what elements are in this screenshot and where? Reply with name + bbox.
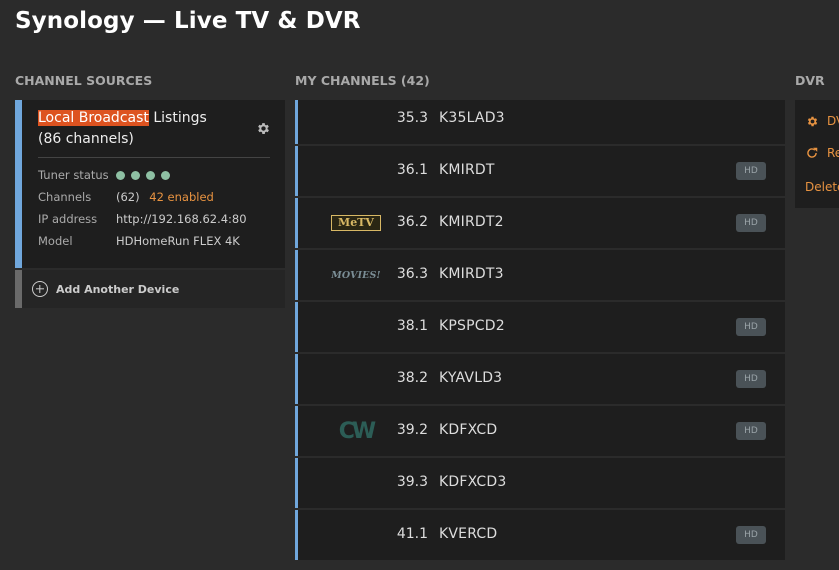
hd-badge: HD	[736, 370, 766, 388]
channel-number: 39.3	[396, 474, 428, 490]
channel-name: KVERCD	[439, 526, 498, 542]
channel-name: KMIRDT3	[439, 266, 504, 282]
tuner-status-label: Tuner status	[38, 168, 109, 182]
tuner-dot	[131, 171, 140, 180]
channel-list: 35.3 K35LAD3 36.1 KMIRDT HD MeTV 36.2 KM…	[295, 100, 785, 562]
my-channels-heading: MY CHANNELS (42)	[295, 73, 430, 88]
channel-sources-heading: CHANNEL SOURCES	[15, 73, 153, 88]
channel-row[interactable]: 41.1 KVERCD HD	[295, 510, 785, 560]
channel-row[interactable]: 36.1 KMIRDT HD	[295, 146, 785, 196]
ip-address-value: http://192.168.62.4:80	[116, 212, 247, 226]
channel-row[interactable]: 38.2 KYAVLD3 HD	[295, 354, 785, 404]
dvr-delete-item[interactable]: Delete	[805, 180, 839, 194]
channels-label: Channels	[38, 190, 92, 204]
add-device-label: Add Another Device	[56, 282, 180, 296]
hd-badge: HD	[736, 162, 766, 180]
channel-number: 38.1	[396, 318, 428, 334]
dvr-settings-item[interactable]: DV	[805, 114, 839, 128]
channel-name: KMIRDT	[439, 162, 495, 178]
hd-badge: HD	[736, 526, 766, 544]
channel-number: 36.3	[396, 266, 428, 282]
dvr-refresh-item[interactable]: Re	[805, 146, 839, 160]
source-title-highlight: Local Broadcast	[38, 110, 149, 126]
channel-name: KMIRDT2	[439, 214, 504, 230]
channel-number: 36.2	[396, 214, 428, 230]
channels-enabled-link[interactable]: 42 enabled	[149, 190, 214, 204]
channel-row[interactable]: 35.3 K35LAD3	[295, 100, 785, 144]
channel-number: 35.3	[396, 110, 428, 126]
channel-name: KPSPCD2	[439, 318, 505, 334]
tuner-dot	[146, 171, 155, 180]
gear-icon	[805, 114, 819, 128]
hd-badge: HD	[736, 214, 766, 232]
dvr-heading: DVR	[795, 73, 825, 88]
add-device-button[interactable]: Add Another Device	[15, 270, 285, 308]
dvr-panel: DV Re Delete	[795, 100, 839, 208]
channel-number: 41.1	[396, 526, 428, 542]
ip-address-row: IP address http://192.168.62.4:80	[38, 212, 247, 226]
model-row: Model HDHomeRun FLEX 4K	[38, 234, 240, 248]
dvr-delete-label: Delete	[805, 180, 839, 194]
page-title: Synology — Live TV & DVR	[15, 8, 361, 34]
refresh-icon	[805, 146, 819, 160]
source-card[interactable]: Local Broadcast Listings (86 channels) T…	[15, 100, 285, 268]
hd-badge: HD	[736, 422, 766, 440]
tuner-dot	[161, 171, 170, 180]
channel-number: 38.2	[396, 370, 428, 386]
channel-row[interactable]: MeTV 36.2 KMIRDT2 HD	[295, 198, 785, 248]
dvr-settings-label: DV	[827, 114, 839, 128]
add-circle-icon	[32, 281, 48, 297]
channel-row[interactable]: MOVIES! 36.3 KMIRDT3	[295, 250, 785, 300]
channel-row[interactable]: CW 39.2 KDFXCD HD	[295, 406, 785, 456]
channel-name: KDFXCD3	[439, 474, 507, 490]
channels-count: (62)	[116, 190, 140, 204]
channel-row[interactable]: 39.3 KDFXCD3	[295, 458, 785, 508]
channel-name: KYAVLD3	[439, 370, 503, 386]
tuner-status-dots	[116, 169, 170, 182]
model-label: Model	[38, 234, 73, 248]
movies-logo: MOVIES!	[331, 269, 381, 281]
hd-badge: HD	[736, 318, 766, 336]
ip-address-label: IP address	[38, 212, 98, 226]
channels-value: (62) 42 enabled	[116, 190, 214, 204]
channel-name: KDFXCD	[439, 422, 498, 438]
gear-icon[interactable]	[256, 121, 271, 140]
channel-row[interactable]: 38.1 KPSPCD2 HD	[295, 302, 785, 352]
channel-number: 39.2	[396, 422, 428, 438]
source-divider	[38, 157, 270, 158]
channel-name: K35LAD3	[439, 110, 505, 126]
cw-logo: CW	[338, 418, 376, 444]
tuner-dot	[116, 171, 125, 180]
channels-row: Channels (62) 42 enabled	[38, 190, 214, 204]
metv-logo: MeTV	[328, 212, 384, 234]
model-value: HDHomeRun FLEX 4K	[116, 234, 240, 248]
source-title: Local Broadcast Listings (86 channels)	[38, 108, 233, 150]
tuner-status-row: Tuner status	[38, 168, 170, 182]
channel-number: 36.1	[396, 162, 428, 178]
dvr-refresh-label: Re	[827, 146, 839, 160]
